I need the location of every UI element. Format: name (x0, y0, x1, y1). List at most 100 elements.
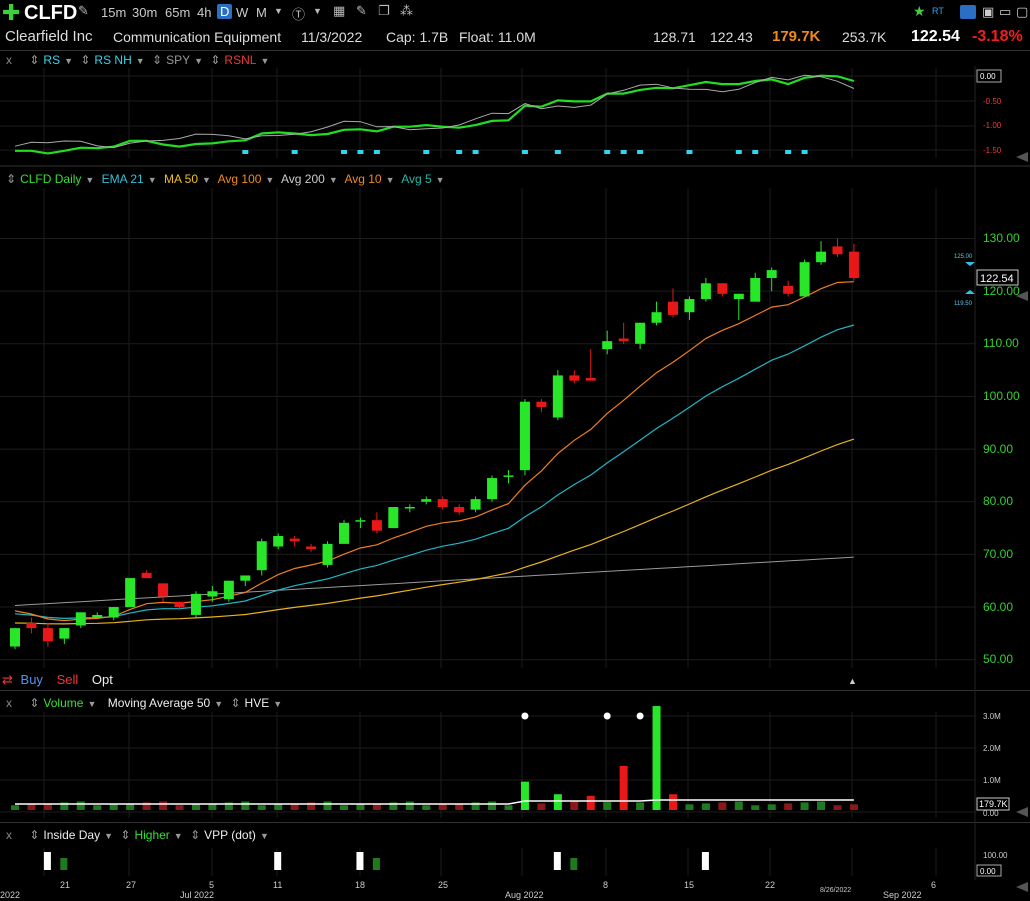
rsnl-caret-icon[interactable]: ▼ (260, 56, 269, 66)
rs-panel-header: x ⇕ RS ▼ ⇕ RS NH ▼ ⇕ SPY ▼ ⇕ RSNL ▼ (6, 53, 273, 71)
avg100-caret-icon[interactable]: ▼ (265, 175, 274, 185)
rs-label[interactable]: RS (43, 53, 60, 67)
x-label-27: 27 (126, 880, 136, 890)
ma50-caret-icon[interactable]: ▼ (202, 175, 211, 185)
volume-bar (27, 804, 36, 810)
candle-body (190, 593, 201, 615)
separator (0, 690, 1030, 691)
avg5-label[interactable]: Avg 5 (401, 172, 431, 186)
timeframe-w[interactable]: W (236, 5, 248, 20)
candle-body (750, 277, 761, 302)
volume-caret-icon[interactable]: ▼ (87, 699, 96, 709)
ticker-symbol[interactable]: CLFD (24, 2, 77, 25)
save-icon[interactable]: ▣ (982, 4, 994, 20)
ma50-volume-label[interactable]: Moving Average 50 (108, 696, 211, 710)
hve-dot (636, 712, 644, 720)
avg10-caret-icon[interactable]: ▼ (386, 175, 395, 185)
inside-panel-close[interactable]: x (6, 828, 12, 842)
timeframe-4h[interactable]: 4h (197, 5, 211, 20)
collapse-up-icon[interactable]: ▲ (848, 676, 857, 686)
daily-caret-icon[interactable]: ▼ (85, 175, 94, 185)
share-icon[interactable]: ⁂ (400, 3, 413, 19)
float-value: Float: 11.0M (459, 29, 536, 45)
volume-bar (76, 801, 85, 810)
rs-caret-icon[interactable]: ▼ (64, 56, 73, 66)
buy-button[interactable]: Buy (21, 672, 43, 687)
x-label-5: 5 (209, 880, 214, 890)
low-value: 122.43 (710, 29, 753, 45)
spy-label[interactable]: SPY (166, 53, 190, 67)
timeframe-dropdown-icon[interactable]: ▼ (274, 6, 283, 16)
price-axis-110: 110.00 (983, 336, 1019, 350)
chart-canvas[interactable]: 0.00 -0.50 -1.00 -1.50 130.00 120.00 110… (0, 0, 1030, 901)
add-symbol-icon[interactable]: ✚ (2, 2, 20, 24)
timeframe-d[interactable]: D (217, 4, 233, 19)
spy-caret-icon[interactable]: ▼ (194, 56, 203, 66)
volume-bar (669, 794, 677, 810)
inside-day-label[interactable]: Inside Day (43, 828, 100, 842)
candle-body (388, 507, 399, 529)
last-price-tag: 122.54 (980, 273, 1014, 285)
timeframe-65m[interactable]: 65m (165, 5, 190, 20)
order-arrow-icon[interactable]: ⇄ (2, 672, 13, 687)
volume-bar (389, 802, 398, 810)
avg10-label[interactable]: Avg 10 (344, 172, 381, 186)
sell-button[interactable]: Sell (57, 672, 79, 687)
volume-bar (817, 801, 826, 810)
toolbar: ✚ CLFD ✎ 15m 30m 65m 4h D W M ▼ Ⓣ ▼ ▦ ✎ … (0, 0, 1030, 26)
avg100-label[interactable]: Avg 100 (218, 172, 262, 186)
timeframe-30m[interactable]: 30m (132, 5, 157, 20)
separator (0, 822, 1030, 823)
layers-icon[interactable]: ❐ (378, 3, 390, 19)
ema-caret-icon[interactable]: ▼ (148, 175, 157, 185)
x-label-6: 6 (931, 880, 936, 890)
settings-icon[interactable]: ✎ (78, 3, 89, 19)
inside-axis-0: 0.00 (980, 867, 996, 876)
ma-volume-caret-icon[interactable]: ▼ (214, 699, 223, 709)
candle-body (289, 538, 300, 542)
volume-panel-close[interactable]: x (6, 696, 12, 710)
price-panel-header: ⇕ CLFD Daily ▼ EMA 21 ▼ MA 50 ▼ Avg 100 ▼ Avg… (6, 172, 449, 190)
rsnl-label[interactable]: RSNL (224, 53, 256, 67)
candle-body (10, 628, 20, 647)
screen-icon[interactable] (960, 5, 976, 19)
tool-dropdown-icon[interactable]: ▼ (313, 6, 322, 16)
price-axis-100: 100.00 (983, 389, 1020, 403)
calculator-icon[interactable]: ▦ (333, 3, 345, 19)
timeframe-m[interactable]: M (256, 5, 267, 20)
candle-body (799, 262, 810, 297)
scroll-left-icon (1016, 152, 1028, 162)
hve-caret-icon[interactable]: ▼ (273, 699, 282, 709)
avg200-label[interactable]: Avg 200 (281, 172, 325, 186)
higher-caret-icon[interactable]: ▼ (174, 831, 183, 841)
x-label-25: 25 (438, 880, 448, 890)
timeframe-15m[interactable]: 15m (101, 5, 126, 20)
clfd-daily-label[interactable]: CLFD Daily (20, 172, 81, 186)
rs-nh-label[interactable]: RS NH (94, 53, 131, 67)
sort-icon: ⇕ (29, 828, 40, 842)
rs-panel-close[interactable]: x (6, 53, 12, 67)
candle-body (26, 622, 37, 629)
vpp-label[interactable]: VPP (dot) (204, 828, 256, 842)
higher-label[interactable]: Higher (134, 828, 169, 842)
avg5-caret-icon[interactable]: ▼ (436, 175, 445, 185)
rt-label[interactable]: RT (932, 6, 944, 16)
text-tool-icon[interactable]: Ⓣ (292, 4, 305, 23)
volume-label[interactable]: Volume (43, 696, 83, 710)
inside-caret-icon[interactable]: ▼ (104, 831, 113, 841)
vpp-caret-icon[interactable]: ▼ (260, 831, 269, 841)
pencil-icon[interactable]: ✎ (356, 3, 367, 19)
sort-icon: ⇕ (152, 53, 163, 67)
rs-nh-caret-icon[interactable]: ▼ (136, 56, 145, 66)
ema21-label[interactable]: EMA 21 (102, 172, 144, 186)
volume-ma-line (15, 799, 854, 805)
close-icon[interactable]: ▢ (1016, 4, 1028, 20)
opt-button[interactable]: Opt (92, 672, 113, 687)
candle-body (42, 628, 53, 642)
layout-icon[interactable]: ▭ (999, 4, 1011, 20)
hve-label[interactable]: HVE (245, 696, 270, 710)
ma50-label[interactable]: MA 50 (164, 172, 198, 186)
candle-body (223, 580, 234, 600)
star-icon[interactable]: ★ (913, 3, 926, 20)
avg200-caret-icon[interactable]: ▼ (329, 175, 338, 185)
